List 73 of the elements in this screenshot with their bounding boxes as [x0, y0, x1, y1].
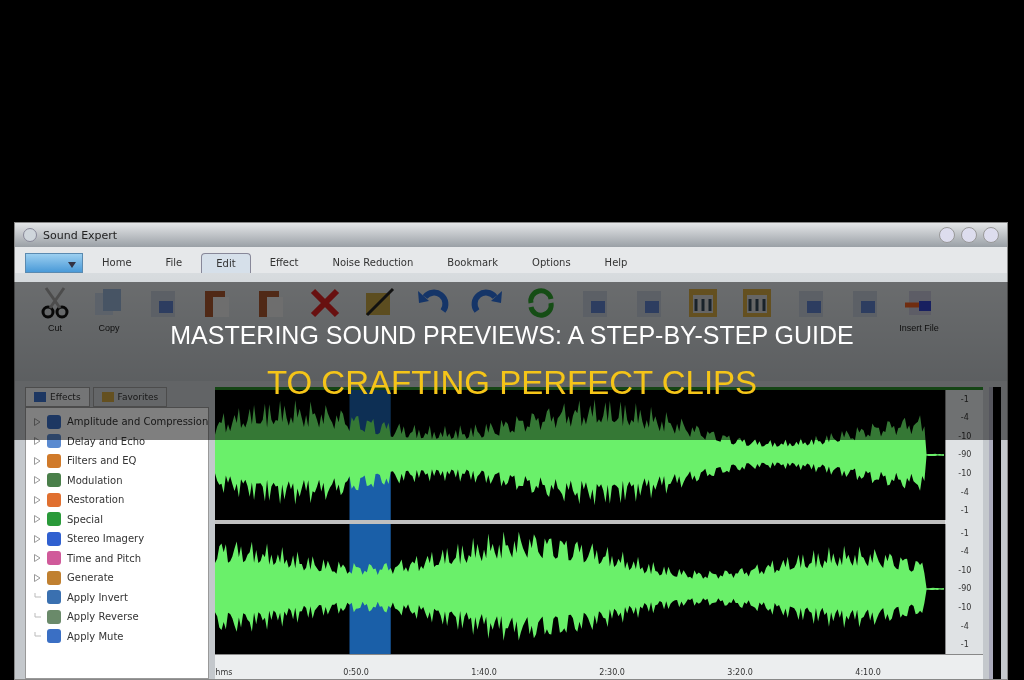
scale-label: -10: [958, 469, 972, 479]
ribbon-tab[interactable]: Help: [589, 252, 643, 273]
expand-arrow-icon: [34, 456, 41, 465]
time-label: 0:50.0: [343, 668, 370, 677]
close-button[interactable]: [983, 227, 999, 243]
tree-item[interactable]: Filters and EQ: [34, 451, 209, 471]
tree-item[interactable]: Generate: [34, 568, 209, 588]
ribbon-tab[interactable]: Home: [87, 252, 147, 273]
expand-arrow-icon: [34, 417, 41, 426]
time-label: hms: [215, 668, 234, 677]
folder-icon: [34, 392, 46, 402]
expand-arrow-icon: [34, 476, 41, 485]
scale-label: -1: [960, 528, 969, 538]
effect-icon: [46, 491, 62, 508]
expand-arrow-icon: [34, 437, 41, 446]
time-label: 2:30.0: [599, 668, 626, 677]
effect-icon: [46, 550, 62, 567]
effect-icon: [46, 452, 62, 469]
time-label: 1:40.0: [471, 668, 498, 677]
scale-label: -1: [960, 506, 969, 516]
ribbon-tab[interactable]: Options: [517, 252, 586, 273]
effect-icon: [46, 413, 62, 430]
effect-icon: [46, 433, 62, 450]
scale-label: -90: [958, 450, 972, 460]
time-label: 3:20.0: [727, 668, 754, 677]
scale-label: -10: [958, 565, 972, 575]
minimize-button[interactable]: [939, 227, 955, 243]
effect-icon: [46, 589, 62, 606]
headline: MASTERING SOUND PREVIEWS: A STEP-BY-STEP GUIDE: [170, 320, 854, 350]
ribbon-tab[interactable]: Effect: [254, 252, 314, 273]
expand-arrow-icon: [34, 554, 41, 563]
effect-icon: [46, 628, 62, 645]
effect-icon: [46, 608, 62, 625]
app-menu-button[interactable]: [25, 253, 83, 273]
panel-tab[interactable]: Effects: [25, 387, 90, 407]
expand-arrow-icon: [34, 534, 41, 543]
ribbon-tab[interactable]: Bookmark: [432, 252, 513, 273]
time-label: 4:10.0: [855, 668, 882, 677]
tree-item[interactable]: Amplitude and Compression: [34, 412, 209, 432]
tree-item[interactable]: Time and Pitch: [34, 548, 209, 568]
tree-item[interactable]: Apply Reverse: [34, 607, 209, 627]
expand-arrow-icon: [34, 515, 41, 524]
app-icon: [23, 228, 37, 242]
tree-item[interactable]: Stereo Imagery: [34, 529, 209, 549]
effect-icon: [46, 472, 62, 489]
tree-item[interactable]: Modulation: [34, 470, 209, 490]
tree-line-icon: [34, 612, 41, 621]
scale-label: -1: [960, 640, 969, 650]
scale-label: -90: [958, 584, 972, 594]
scale-label: -10: [958, 431, 972, 441]
maximize-button[interactable]: [961, 227, 977, 243]
tree-item[interactable]: Apply Mute: [34, 626, 209, 646]
tree-item[interactable]: Restoration: [34, 490, 209, 510]
effect-icon: [46, 530, 62, 547]
ribbon-tab[interactable]: Edit: [201, 253, 251, 273]
expand-arrow-icon: [34, 573, 41, 582]
scale-label: -10: [958, 603, 972, 613]
scale-label: -1: [960, 394, 969, 404]
scale-label: -4: [960, 413, 969, 423]
scale-label: -4: [960, 487, 969, 497]
expand-arrow-icon: [34, 495, 41, 504]
effect-icon: [46, 511, 62, 528]
window-title: Sound Expert: [43, 228, 118, 242]
caret-icon: [68, 262, 76, 268]
effect-icon: [46, 569, 62, 586]
folder-icon: [101, 392, 114, 402]
tree-item[interactable]: Apply Invert: [34, 587, 209, 607]
ribbon-tab[interactable]: File: [150, 252, 198, 273]
scale-label: -4: [960, 547, 969, 557]
scale-label: -4: [960, 621, 969, 631]
ribbon-tab[interactable]: Noise Reduction: [317, 252, 429, 273]
scrollbar[interactable]: [989, 387, 1001, 679]
tree-item[interactable]: Special: [34, 509, 209, 529]
